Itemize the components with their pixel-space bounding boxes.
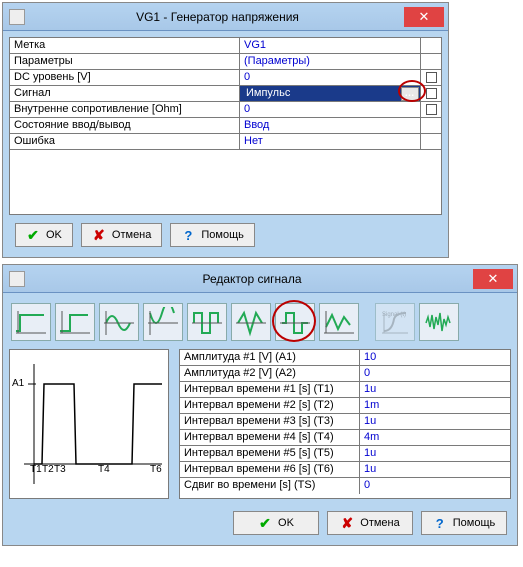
prop-chk [421,134,441,149]
question-icon: ? [433,516,447,530]
footer-buttons: ✔OK ✘Отмена ?Помощь [9,215,442,251]
prop-name: Ошибка [10,134,240,149]
prop-chk[interactable] [421,102,441,117]
row-signal[interactable]: Сигнал Импульс … [10,86,441,102]
app-icon [9,271,25,287]
window-title: VG1 - Генератор напряжения [31,10,404,24]
waveform-preview: A1 T1 T2 T3 T4 T6 [9,349,169,499]
app-icon [9,9,25,25]
row-interval-4[interactable]: Интервал времени #4 [s] (T4)4m [180,430,510,446]
wave-sine-icon[interactable] [99,303,139,341]
wave-square-icon[interactable] [187,303,227,341]
prop-value[interactable]: 0 [240,70,421,85]
prop-value[interactable]: VG1 [240,38,421,53]
titlebar[interactable]: Редактор сигнала ✕ [3,265,517,293]
row-interval-2[interactable]: Интервал времени #2 [s] (T2)1m [180,398,510,414]
prop-name: Сигнал [10,86,240,101]
prop-name: Внутренне сопротивление [Ohm] [10,102,240,117]
signal-editor-window: Редактор сигнала ✕ Signal (t) [2,264,518,546]
row-parameters[interactable]: Параметры (Параметры) [10,54,441,70]
prop-value[interactable]: 0 [240,102,421,117]
prop-value[interactable]: Нет [240,134,421,149]
wave-triangle-icon[interactable] [231,303,271,341]
prop-chk [421,118,441,133]
waveform-toolbar: Signal (t) [9,299,511,349]
row-amplitude-1[interactable]: Амплитуда #1 [V] (A1)10 [180,350,510,366]
voltage-generator-window: VG1 - Генератор напряжения ✕ Метка VG1 П… [2,2,449,258]
wave-cosine-icon[interactable] [143,303,183,341]
axis-t1: T1 [30,464,42,475]
ok-button[interactable]: ✔OK [15,223,73,247]
axis-t2: T2 [42,464,54,475]
help-button[interactable]: ?Помощь [421,511,507,535]
close-button[interactable]: ✕ [404,7,444,27]
wave-signal-t-icon[interactable]: Signal (t) [375,303,415,341]
row-time-shift[interactable]: Сдвиг во времени [s] (TS)0 [180,478,510,494]
titlebar[interactable]: VG1 - Генератор напряжения ✕ [3,3,448,31]
row-amplitude-2[interactable]: Амплитуда #2 [V] (A2)0 [180,366,510,382]
row-interval-3[interactable]: Интервал времени #3 [s] (T3)1u [180,414,510,430]
row-internal-resistance[interactable]: Внутренне сопротивление [Ohm] 0 [10,102,441,118]
prop-value[interactable]: (Параметры) [240,54,421,69]
check-icon: ✔ [26,228,40,242]
wave-dc-icon[interactable] [11,303,51,341]
row-label[interactable]: Метка VG1 [10,38,441,54]
wave-pulse-icon[interactable] [275,303,315,341]
ok-button[interactable]: ✔OK [233,511,319,535]
prop-chk [421,38,441,53]
prop-value[interactable]: Ввод [240,118,421,133]
check-icon: ✔ [258,516,272,530]
browse-button[interactable]: … [401,87,419,101]
axis-a1: A1 [12,378,24,389]
prop-chk[interactable] [421,70,441,85]
close-button[interactable]: ✕ [473,269,513,289]
prop-name: DC уровень [V] [10,70,240,85]
x-icon: ✘ [340,516,354,530]
axis-t6: T6 [150,464,162,475]
cancel-button[interactable]: ✘Отмена [327,511,413,535]
row-interval-5[interactable]: Интервал времени #5 [s] (T5)1u [180,446,510,462]
axis-t4: T4 [98,464,110,475]
signal-params-grid: Амплитуда #1 [V] (A1)10 Амплитуда #2 [V]… [179,349,511,499]
row-error[interactable]: Ошибка Нет [10,134,441,150]
window-title: Редактор сигнала [31,272,473,286]
prop-chk[interactable] [421,86,441,101]
row-io-state[interactable]: Состояние ввод/вывод Ввод [10,118,441,134]
footer-buttons: ✔OK ✘Отмена ?Помощь [9,499,511,539]
wave-pwl-icon[interactable] [319,303,359,341]
question-icon: ? [181,228,195,242]
prop-chk [421,54,441,69]
row-dc-level[interactable]: DC уровень [V] 0 [10,70,441,86]
row-interval-6[interactable]: Интервал времени #6 [s] (T6)1u [180,462,510,478]
prop-value[interactable]: Импульс … [240,86,421,101]
prop-name: Параметры [10,54,240,69]
x-icon: ✘ [92,228,106,242]
properties-grid: Метка VG1 Параметры (Параметры) DC урове… [9,37,442,215]
prop-name: Состояние ввод/вывод [10,118,240,133]
wave-noise-icon[interactable] [419,303,459,341]
wave-step-icon[interactable] [55,303,95,341]
help-button[interactable]: ?Помощь [170,223,255,247]
axis-t3: T3 [54,464,66,475]
row-interval-1[interactable]: Интервал времени #1 [s] (T1)1u [180,382,510,398]
prop-name: Метка [10,38,240,53]
cancel-button[interactable]: ✘Отмена [81,223,162,247]
